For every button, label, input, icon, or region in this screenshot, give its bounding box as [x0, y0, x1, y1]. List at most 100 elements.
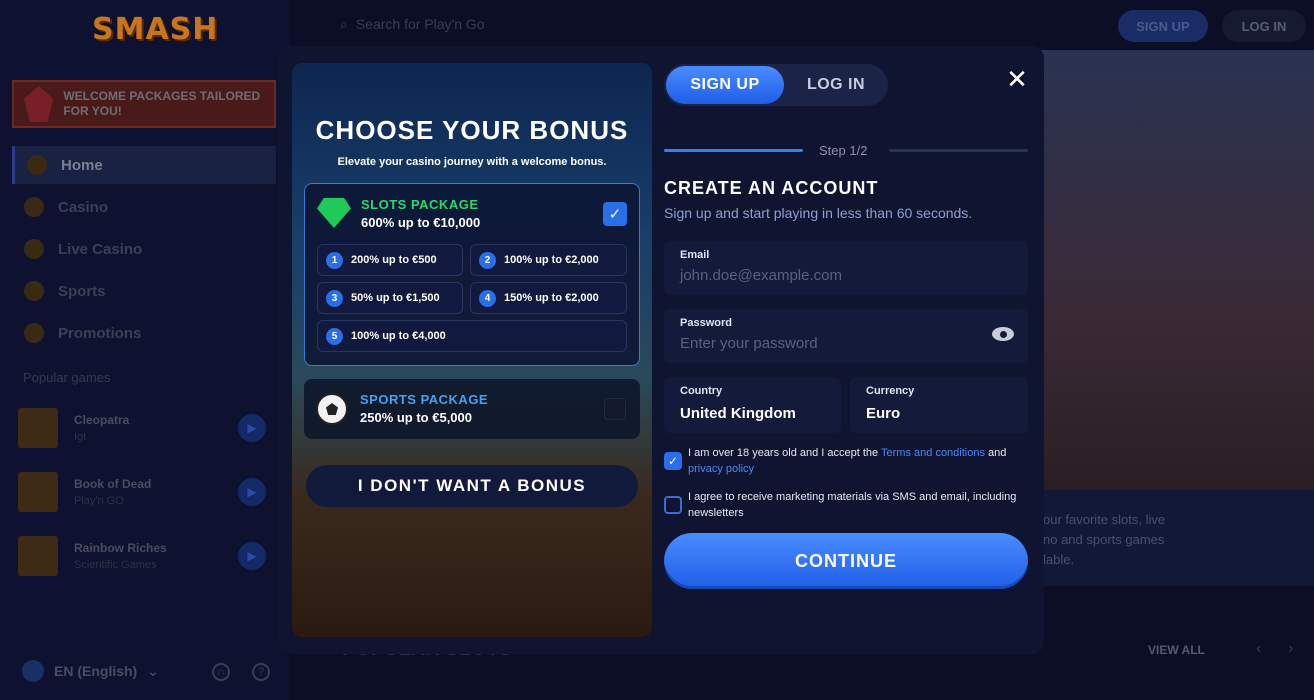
play-icon[interactable]: ▶	[238, 542, 266, 570]
package-name: SLOTS PACKAGE	[361, 197, 479, 212]
home-icon	[27, 155, 47, 175]
package-checkbox[interactable]	[604, 398, 626, 420]
field-label: Password	[680, 317, 732, 329]
logo: SMASH	[92, 12, 219, 47]
step-progress-remaining	[889, 149, 1028, 152]
sidebar-item-casino[interactable]: Casino	[12, 188, 276, 226]
globe-icon	[22, 660, 44, 682]
promo-banner-text: WELCOME PACKAGES TAILORED FOR YOU!	[63, 89, 261, 118]
no-bonus-button[interactable]: I DON'T WANT A BONUS	[306, 465, 638, 507]
game-name: Rainbow Riches	[74, 541, 167, 555]
game-name: Cleopatra	[74, 413, 130, 427]
field-placeholder: Enter your password	[680, 335, 818, 352]
tier-number: 5	[326, 327, 343, 345]
tier-number: 3	[326, 289, 343, 307]
terms-link[interactable]: Terms and conditions	[881, 447, 985, 459]
language-label: EN (English)	[54, 663, 138, 679]
sidebar-item-label: Promotions	[58, 324, 142, 342]
sports-package-card[interactable]: SPORTS PACKAGE 250% up to €5,000	[304, 379, 640, 439]
game-provider: Igt	[74, 431, 87, 443]
tier-number: 4	[479, 289, 496, 307]
game-thumbnail	[18, 536, 58, 576]
popular-games-title: Popular games	[23, 370, 111, 385]
bonus-tier: 4 150% up to €2,000	[470, 282, 627, 314]
country-select[interactable]: Country United Kingdom	[664, 377, 841, 433]
package-name: SPORTS PACKAGE	[360, 392, 489, 407]
play-icon[interactable]: ▶	[238, 478, 266, 506]
check-icon: ✓	[608, 206, 622, 223]
search-placeholder: Search for Play'n Go	[355, 16, 485, 32]
terms-checkbox[interactable]: ✓	[664, 452, 682, 470]
emerald-icon	[317, 198, 351, 228]
list-item[interactable]: Cleopatra Igt ▶	[18, 406, 268, 450]
email-field[interactable]: Email john.doe@example.com	[664, 241, 1028, 295]
help-icon[interactable]: ?	[252, 663, 270, 681]
tier-text: 50% up to €1,500	[351, 292, 440, 304]
promo-banner[interactable]: WELCOME PACKAGES TAILORED FOR YOU!	[12, 80, 276, 128]
sidebar: SMASH WELCOME PACKAGES TAILORED FOR YOU!…	[0, 0, 290, 700]
step-progress-done	[664, 149, 803, 152]
bonus-tier: 1 200% up to €500	[317, 244, 463, 276]
sidebar-item-promotions[interactable]: Promotions	[12, 314, 276, 352]
close-icon[interactable]: ✕	[1004, 66, 1030, 92]
tab-signup[interactable]: SIGN UP	[666, 66, 784, 104]
sidebar-item-sports[interactable]: Sports	[12, 272, 276, 310]
game-thumbnail	[18, 472, 58, 512]
bonus-panel: CHOOSE YOUR BONUS Elevate your casino jo…	[292, 63, 652, 637]
form-title: CREATE AN ACCOUNT	[664, 178, 879, 198]
info-text: our favorite slots, live no and sports g…	[1043, 512, 1166, 567]
header-login-button[interactable]: LOG IN	[1222, 10, 1306, 42]
tier-number: 2	[479, 251, 496, 269]
list-item[interactable]: Book of Dead Play'n GO ▶	[18, 470, 268, 514]
field-value: Euro	[866, 405, 901, 422]
tab-login[interactable]: LOG IN	[786, 66, 886, 104]
package-value: 600% up to €10,000	[361, 215, 481, 230]
gift-icon	[24, 323, 44, 343]
ball-icon	[24, 281, 44, 301]
sidebar-item-label: Sports	[58, 282, 106, 300]
currency-select[interactable]: Currency Euro	[850, 377, 1028, 433]
list-item[interactable]: Rainbow Riches Scientific Games ▶	[18, 534, 268, 578]
game-name: Book of Dead	[74, 477, 152, 491]
game-thumbnail	[18, 408, 58, 448]
slots-package-card[interactable]: SLOTS PACKAGE 600% up to €10,000 ✓ 1 200%…	[304, 183, 640, 366]
eye-icon[interactable]	[992, 327, 1014, 341]
game-provider: Play'n GO	[74, 495, 124, 507]
privacy-link[interactable]: privacy policy	[688, 463, 754, 475]
field-label: Email	[680, 249, 710, 261]
tier-text: 100% up to €2,000	[504, 254, 599, 266]
play-icon[interactable]: ▶	[238, 414, 266, 442]
package-checkbox[interactable]: ✓	[603, 202, 627, 226]
tier-text: 200% up to €500	[351, 254, 437, 266]
bonus-tier: 3 50% up to €1,500	[317, 282, 463, 314]
bonus-title: CHOOSE YOUR BONUS	[315, 115, 629, 145]
game-provider: Scientific Games	[74, 559, 157, 571]
language-selector[interactable]: EN (English) ⌄	[22, 660, 159, 682]
sidebar-nav: Home Casino Live Casino Sports Promotion…	[12, 146, 276, 356]
search-icon: ⌕	[340, 16, 348, 32]
terms-and: and	[988, 447, 1007, 459]
sidebar-item-live-casino[interactable]: Live Casino	[12, 230, 276, 268]
view-all-link[interactable]: VIEW ALL	[1148, 643, 1205, 657]
form-subtitle: Sign up and start playing in less than 6…	[664, 205, 973, 221]
check-icon: ✓	[667, 454, 679, 468]
sidebar-item-home[interactable]: Home	[12, 146, 276, 184]
sidebar-item-label: Casino	[58, 198, 109, 216]
dice-icon	[24, 239, 44, 259]
marketing-checkbox[interactable]	[664, 496, 682, 514]
chevron-down-icon: ⌄	[147, 662, 159, 679]
header-signup-button[interactable]: SIGN UP	[1118, 10, 1208, 42]
field-value: United Kingdom	[680, 405, 796, 422]
step-indicator: Step 1/2	[819, 143, 868, 158]
auth-tabs: SIGN UP LOG IN	[664, 64, 888, 106]
search-bar[interactable]: ⌕ Search for Play'n Go	[340, 16, 485, 33]
continue-button[interactable]: CONTINUE	[664, 533, 1028, 589]
spade-icon	[24, 197, 44, 217]
field-placeholder: john.doe@example.com	[680, 267, 842, 284]
password-field[interactable]: Password Enter your password	[664, 309, 1028, 363]
tier-text: 100% up to €4,000	[351, 330, 446, 342]
carousel-arrows[interactable]: ‹ ›	[1256, 640, 1293, 658]
gem-icon	[24, 86, 54, 122]
package-value: 250% up to €5,000	[360, 410, 472, 425]
headset-icon[interactable]: ∩	[212, 663, 230, 681]
